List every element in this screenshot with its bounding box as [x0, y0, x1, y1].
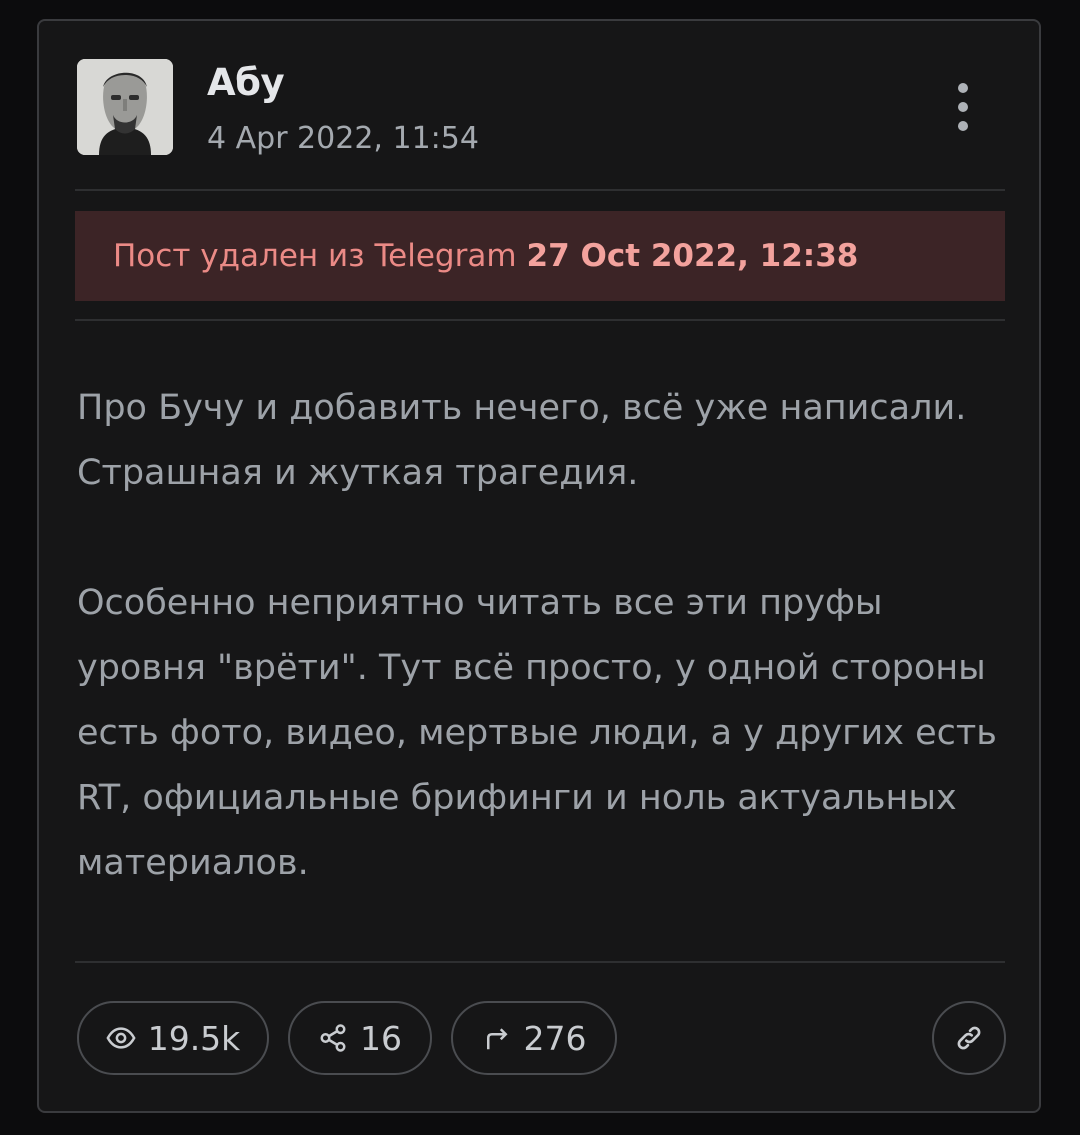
post-body: Про Бучу и добавить нечего, всё уже напи…: [77, 376, 997, 896]
views-button[interactable]: 19.5k: [77, 1001, 269, 1075]
forward-arrow-icon: [486, 1028, 508, 1050]
deleted-notice-text: Пост удален из Telegram: [113, 238, 517, 274]
menu-dot: [958, 83, 968, 93]
footer-divider: [75, 961, 1005, 963]
deleted-notice-banner: Пост удален из Telegram 27 Oct 2022, 12:…: [75, 211, 1005, 301]
shares-count: 16: [360, 1018, 402, 1058]
menu-dot: [958, 102, 968, 112]
post-date: 4 Apr 2022, 11:54: [207, 121, 479, 156]
copy-link-button[interactable]: [932, 1001, 1006, 1075]
shares-button[interactable]: 16: [288, 1001, 432, 1075]
header-divider: [75, 189, 1005, 191]
views-count: 19.5k: [147, 1018, 241, 1058]
post-card: Абу 4 Apr 2022, 11:54 Пост удален из Tel…: [37, 19, 1041, 1113]
forwards-button[interactable]: 276: [451, 1001, 617, 1075]
deleted-notice-date: 27 Oct 2022, 12:38: [526, 238, 859, 274]
post-paragraph: Про Бучу и добавить нечего, всё уже напи…: [77, 388, 967, 493]
author-name[interactable]: Абу: [207, 59, 285, 107]
banner-divider: [75, 319, 1005, 321]
forwards-count: 276: [523, 1018, 587, 1058]
avatar-portrait: [77, 59, 173, 155]
author-avatar[interactable]: [77, 59, 173, 155]
share-nodes-icon: [320, 1024, 346, 1052]
more-vertical-icon[interactable]: [939, 77, 987, 137]
link-icon: [957, 1026, 981, 1050]
eye-icon: [106, 1027, 136, 1049]
menu-dot: [958, 121, 968, 131]
post-paragraph: Особенно неприятно читать все эти пруфы …: [77, 583, 997, 883]
